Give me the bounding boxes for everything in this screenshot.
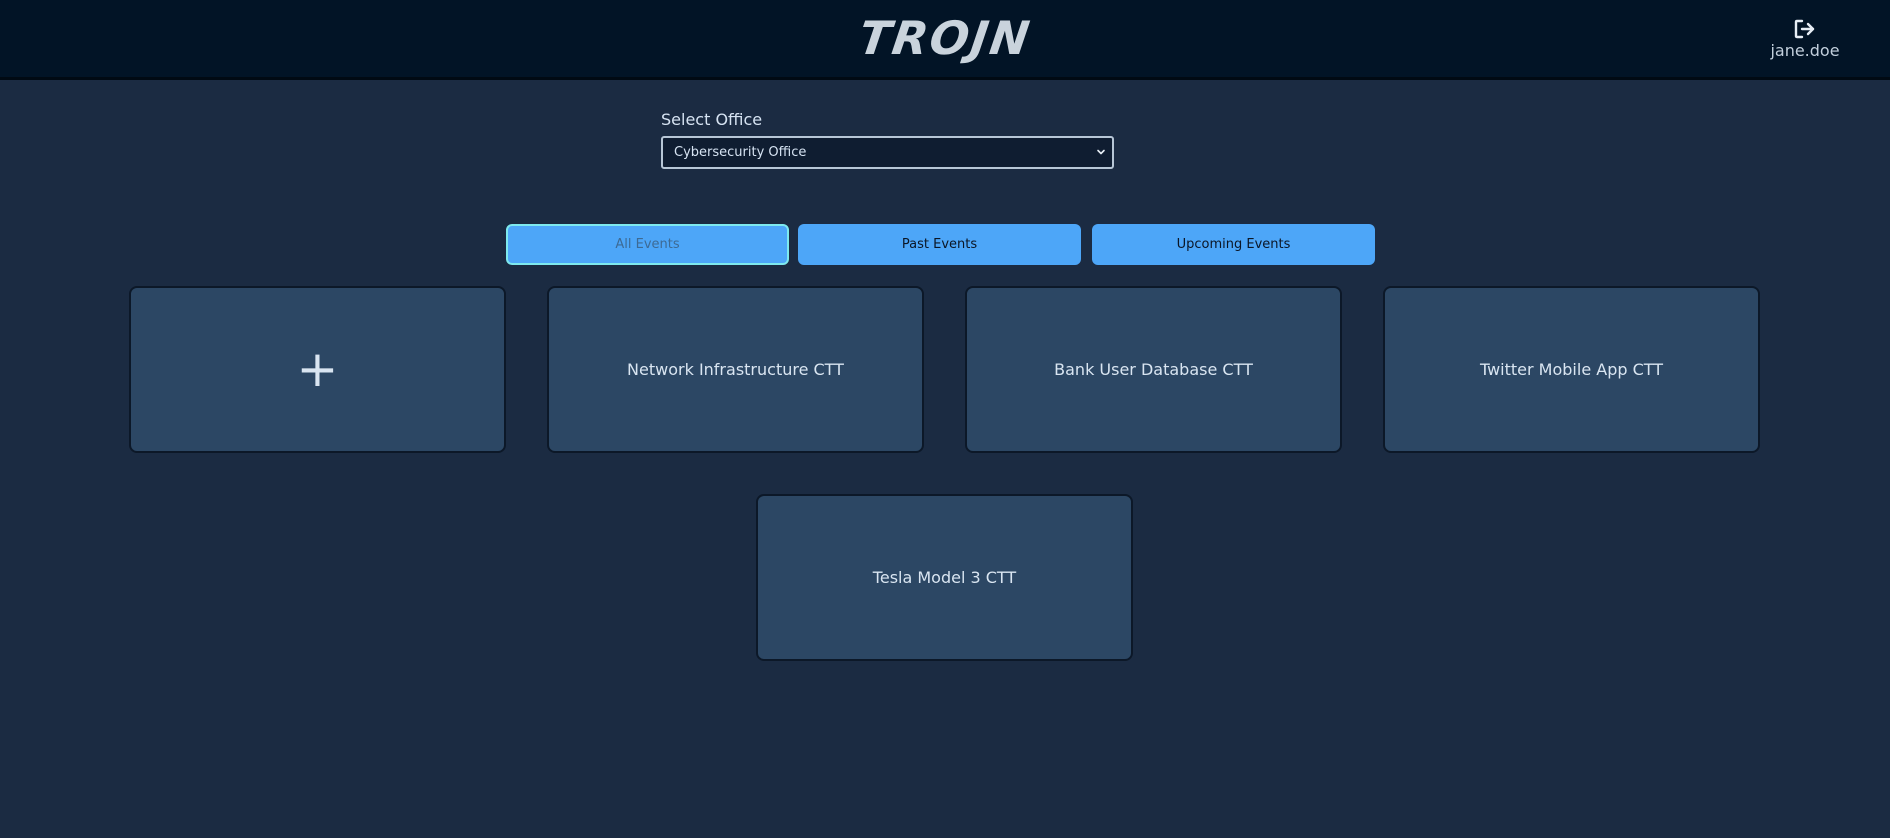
logout-icon[interactable] [1793,18,1817,40]
event-card[interactable]: Network Infrastructure CTT [547,286,924,453]
add-event-card[interactable]: + [129,286,506,453]
plus-icon: + [296,340,339,398]
all-events-button[interactable]: All Events [506,224,789,265]
event-card[interactable]: Twitter Mobile App CTT [1383,286,1760,453]
username-label: jane.doe [1770,41,1840,60]
event-card[interactable]: Tesla Model 3 CTT [756,494,1133,661]
office-selector: Select Office Cybersecurity Office [661,110,1114,169]
chevron-down-icon [1097,149,1105,155]
past-events-button[interactable]: Past Events [798,224,1081,265]
top-bar: TROJN jane.doe [0,0,1890,80]
app-logo[interactable]: TROJN [0,11,1890,65]
upcoming-events-button[interactable]: Upcoming Events [1092,224,1375,265]
office-select[interactable]: Cybersecurity Office [661,136,1114,169]
user-menu[interactable]: jane.doe [1760,18,1850,60]
office-select-label: Select Office [661,110,763,129]
office-select-value: Cybersecurity Office [674,145,807,160]
event-card[interactable]: Bank User Database CTT [965,286,1342,453]
